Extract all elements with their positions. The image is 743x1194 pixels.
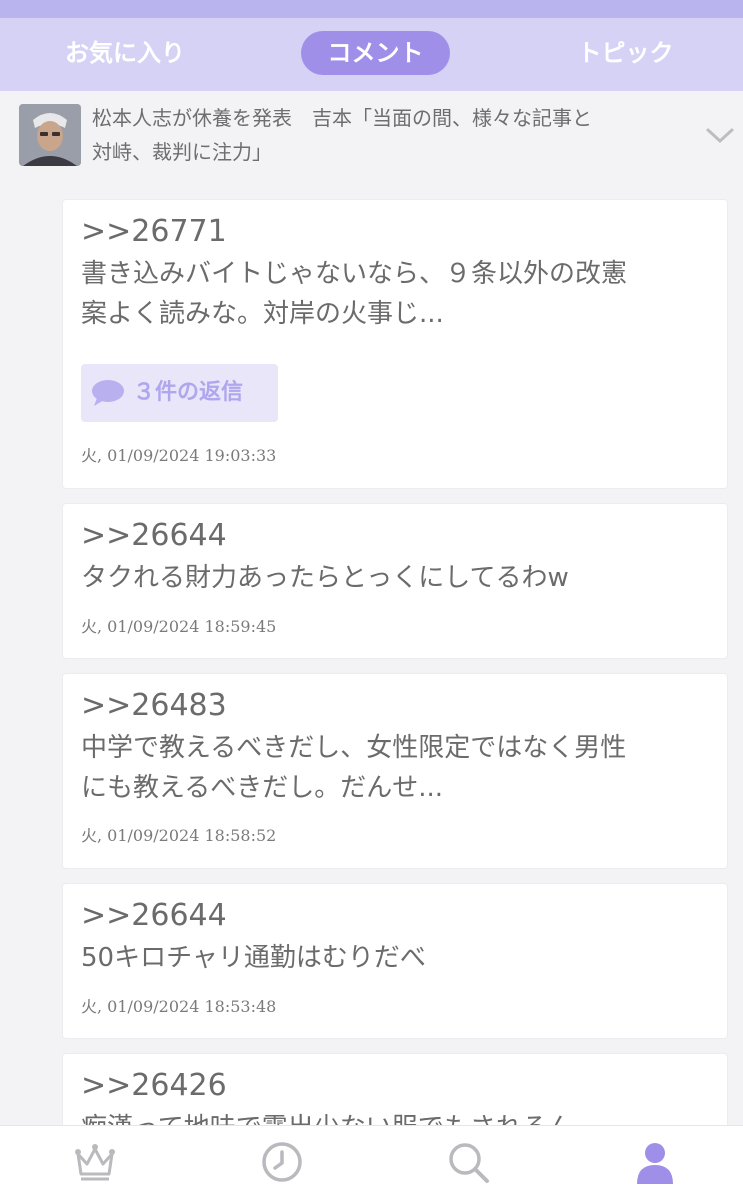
comment-timestamp: 火, 01/09/2024 18:59:45 [81, 617, 277, 636]
person-photo-icon [19, 104, 81, 166]
speech-bubble-icon [92, 380, 124, 406]
chevron-down-icon[interactable] [702, 117, 738, 153]
comment-card[interactable]: >>26771 書き込みバイトじゃないなら、９条以外の改憲 案よく読みな。対岸の… [62, 199, 728, 489]
tab-topics[interactable]: トピック [548, 31, 703, 75]
status-strip [0, 0, 743, 18]
article-header[interactable]: 松本人志が休養を発表 吉本「当面の間、様々な記事と 対峙、裁判に注力」 [0, 91, 743, 179]
comment-card[interactable]: >>26644 50キロチャリ通勤はむりだべ 火, 01/09/2024 18:… [62, 883, 728, 1039]
tab-favorites[interactable]: お気に入り [40, 31, 210, 75]
comment-reference[interactable]: >>26771 [81, 214, 227, 250]
comment-card[interactable]: >>26483 中学で教えるべきだし、女性限定ではなく男性 にも教えるべきだし。… [62, 673, 728, 869]
article-thumbnail [19, 104, 81, 166]
tab-comments[interactable]: コメント [301, 31, 450, 75]
comment-text: タクれる財力あったらとっくにしてるわw [81, 563, 569, 593]
comment-timestamp: 火, 01/09/2024 19:03:33 [81, 446, 277, 465]
comment-text: 書き込みバイトじゃないなら、９条以外の改憲 案よく読みな。対岸の火事じ... [81, 259, 628, 329]
comment-reference[interactable]: >>26644 [81, 518, 227, 554]
replies-count-label: ３件の返信 [133, 380, 244, 405]
comment-text: 中学で教えるべきだし、女性限定ではなく男性 にも教えるべきだし。だんせ... [81, 733, 627, 803]
clock-icon[interactable] [260, 1140, 304, 1184]
comment-text: 50キロチャリ通勤はむりだべ [81, 943, 426, 973]
replies-button[interactable]: ３件の返信 [81, 364, 278, 422]
bottom-navigation [0, 1125, 743, 1194]
tab-bar: お気に入り コメント トピック [0, 18, 743, 91]
article-title: 松本人志が休養を発表 吉本「当面の間、様々な記事と 対峙、裁判に注力」 [92, 106, 592, 164]
comment-reference[interactable]: >>26483 [81, 688, 227, 724]
comment-timestamp: 火, 01/09/2024 18:53:48 [81, 997, 277, 1016]
comment-timestamp: 火, 01/09/2024 18:58:52 [81, 826, 277, 845]
comment-card[interactable]: >>26644 タクれる財力あったらとっくにしてるわw 火, 01/09/202… [62, 503, 728, 659]
crown-icon[interactable] [73, 1140, 117, 1184]
comment-reference[interactable]: >>26644 [81, 898, 227, 934]
search-icon[interactable] [446, 1140, 490, 1184]
user-icon[interactable] [633, 1140, 677, 1184]
comment-reference[interactable]: >>26426 [81, 1068, 227, 1104]
